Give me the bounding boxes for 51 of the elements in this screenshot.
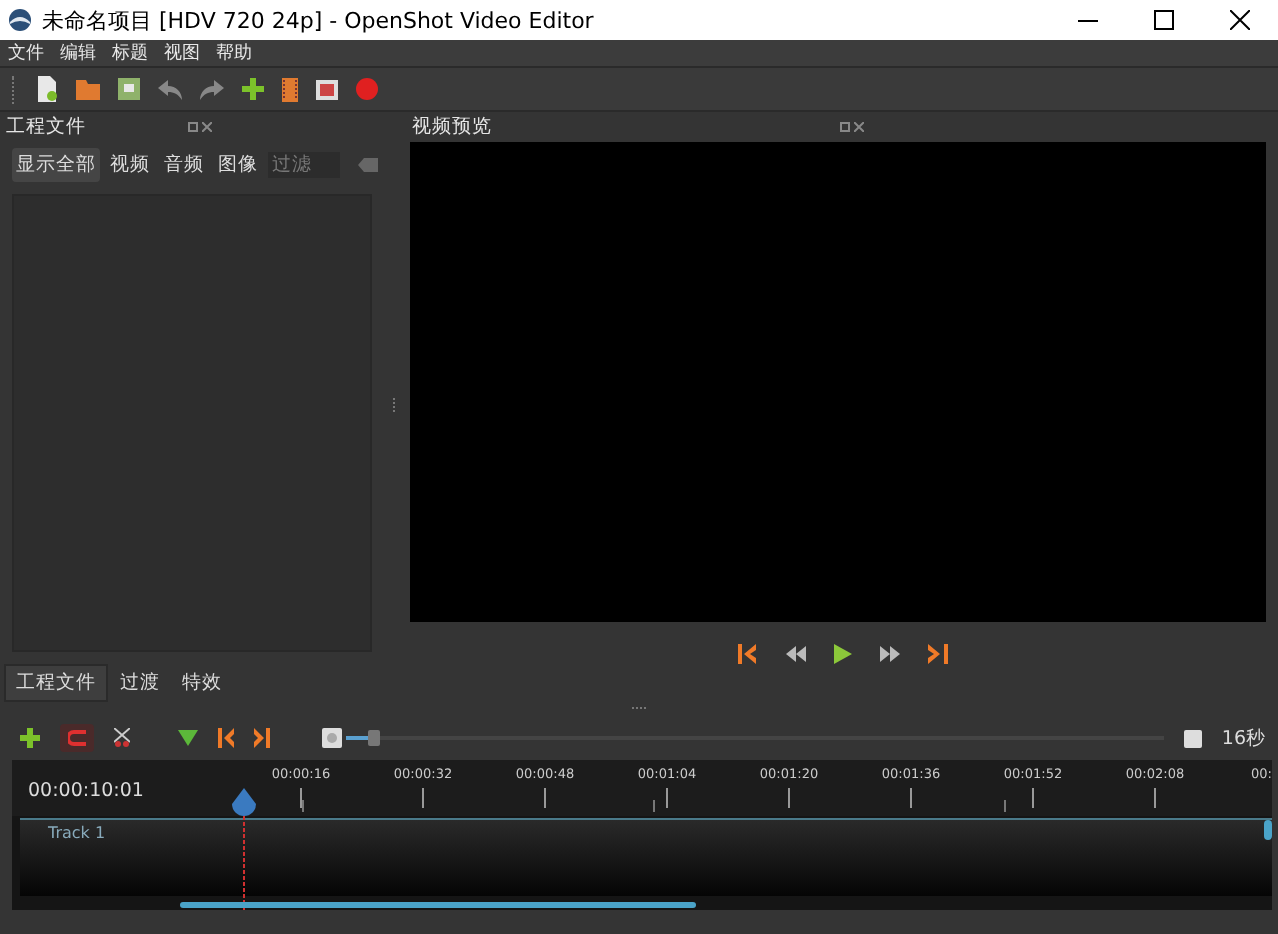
filter-button[interactable]: 显示全部: [12, 147, 100, 181]
rewind-icon[interactable]: [785, 646, 805, 662]
play-icon[interactable]: [833, 644, 851, 664]
current-time: 00:00:10:01: [28, 780, 144, 802]
app-logo-icon: [8, 8, 32, 32]
menu-item[interactable]: 视图: [164, 41, 200, 65]
undo-icon[interactable]: [158, 79, 182, 99]
add-icon[interactable]: [242, 78, 264, 100]
close-icon[interactable]: [1230, 10, 1250, 30]
menu-item[interactable]: 标题: [112, 41, 148, 65]
playhead[interactable]: [232, 788, 256, 910]
filter-button[interactable]: 音频: [160, 147, 208, 181]
window-title: 未命名项目 [HDV 720 24p] - OpenShot Video Editor: [42, 5, 596, 35]
next-marker-icon[interactable]: [254, 728, 270, 748]
vertical-scrollbar[interactable]: [1264, 820, 1272, 840]
panel-title: 工程文件: [6, 113, 88, 139]
square-icon: [1183, 729, 1202, 747]
filter-button[interactable]: 图像: [214, 147, 262, 181]
folder-icon[interactable]: [76, 78, 100, 100]
jump-start-icon[interactable]: [737, 644, 757, 664]
razor-icon[interactable]: [114, 728, 130, 748]
horizontal-scrollbar[interactable]: [180, 902, 696, 908]
filter-field[interactable]: 过滤: [268, 151, 340, 177]
fast-forward-icon[interactable]: [879, 646, 899, 662]
splitter-handle[interactable]: [631, 706, 647, 710]
menu-item[interactable]: 文件: [8, 41, 44, 65]
film-strip-icon[interactable]: [282, 77, 298, 101]
panel-tab[interactable]: 特效: [172, 665, 232, 699]
film-frame-icon[interactable]: [316, 79, 338, 99]
record-icon[interactable]: [356, 78, 378, 100]
menu-item[interactable]: 帮助: [216, 41, 252, 65]
zoom-reading: 16秒: [1221, 725, 1266, 751]
splitter-handle[interactable]: [391, 398, 395, 414]
track-name: Track 1: [48, 824, 106, 842]
menu-item[interactable]: 编辑: [60, 41, 96, 65]
magnet-icon: [68, 730, 86, 746]
float-icon[interactable]: [188, 121, 198, 131]
add-track-icon[interactable]: [20, 728, 40, 748]
filter-button[interactable]: 视频: [106, 147, 154, 181]
jump-end-icon[interactable]: [927, 644, 947, 664]
float-icon[interactable]: [840, 121, 850, 131]
panel-tab[interactable]: 工程文件: [4, 663, 108, 701]
maximize-icon[interactable]: [1154, 10, 1174, 30]
panel-title: 视频预览: [412, 113, 494, 139]
new-file-icon[interactable]: [36, 76, 58, 102]
add-marker-icon[interactable]: [178, 730, 198, 746]
panel-tab[interactable]: 过渡: [110, 665, 170, 699]
snap-button[interactable]: [60, 724, 94, 752]
previous-marker-icon[interactable]: [218, 728, 234, 748]
slider-thumb[interactable]: [368, 730, 381, 746]
redo-icon[interactable]: [200, 79, 224, 99]
